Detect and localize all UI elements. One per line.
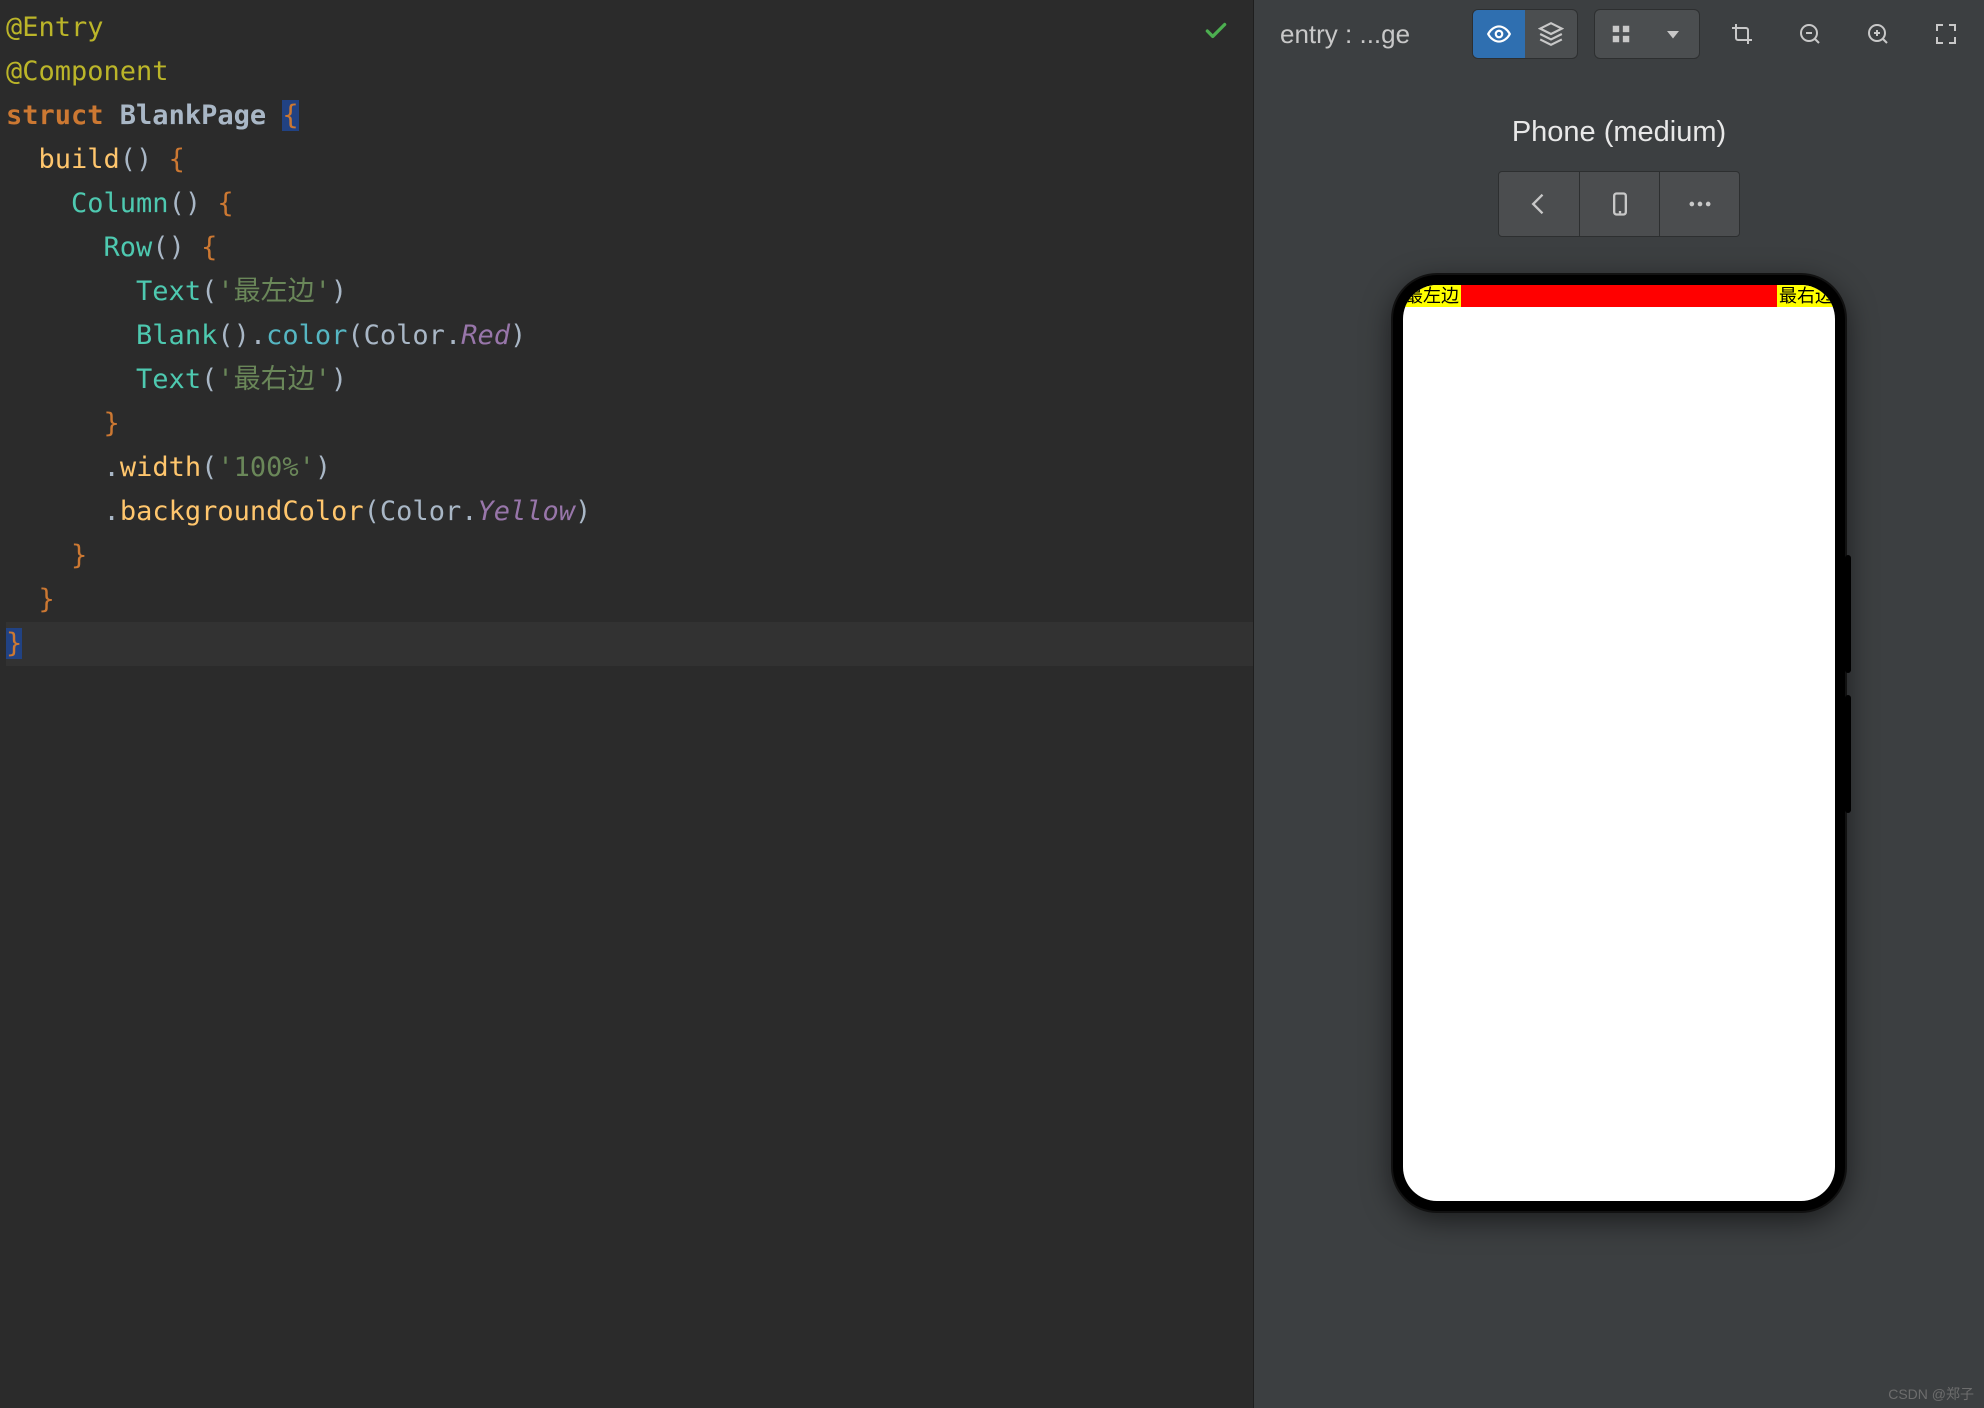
- row-blank-red: [1461, 285, 1777, 307]
- device-controls: [1254, 171, 1984, 237]
- class-color: Color: [364, 320, 445, 351]
- dropdown-button[interactable]: [1647, 10, 1699, 58]
- brace-open: {: [282, 100, 298, 131]
- fn-column: Column: [71, 188, 169, 219]
- more-button[interactable]: [1659, 172, 1739, 236]
- preview-pane: entry : ...ge: [1253, 0, 1984, 1408]
- zoom-in-button[interactable]: [1852, 10, 1904, 58]
- layout-group: [1594, 9, 1700, 59]
- toggle-layers-button[interactable]: [1525, 10, 1577, 58]
- str-right: '最右边': [217, 364, 331, 395]
- const-red: Red: [461, 320, 510, 351]
- phone-volume-down: [1845, 695, 1851, 813]
- method-bgcolor: backgroundColor: [120, 496, 364, 527]
- grid-view-button[interactable]: [1595, 10, 1647, 58]
- fn-text-2: Text: [136, 364, 201, 395]
- back-button[interactable]: [1499, 172, 1579, 236]
- phone-screen[interactable]: 最左边 最右边: [1403, 285, 1835, 1201]
- fn-text-1: Text: [136, 276, 201, 307]
- fn-build: build: [39, 144, 120, 175]
- struct-name: BlankPage: [120, 100, 283, 131]
- keyword-struct: struct: [6, 100, 120, 131]
- code-block[interactable]: @Entry @Component struct BlankPage { bui…: [0, 6, 1253, 666]
- annotation-component: @Component: [6, 56, 169, 87]
- preview-toolbar: entry : ...ge: [1254, 0, 1984, 68]
- code-editor[interactable]: @Entry @Component struct BlankPage { bui…: [0, 0, 1253, 1408]
- phone-volume-up: [1845, 555, 1851, 673]
- const-yellow: Yellow: [477, 496, 575, 527]
- rotate-button[interactable]: [1579, 172, 1659, 236]
- zoom-out-button[interactable]: [1784, 10, 1836, 58]
- watermark: CSDN @郑子: [1888, 1384, 1974, 1404]
- preview-row: 最左边 最右边: [1403, 285, 1835, 307]
- row-text-right: 最右边: [1777, 285, 1835, 307]
- str-width: '100%': [217, 452, 315, 483]
- brace-close-final: }: [6, 628, 22, 659]
- annotation-entry: @Entry: [6, 12, 104, 43]
- method-color: color: [266, 320, 347, 351]
- method-width: width: [120, 452, 201, 483]
- analysis-ok-icon: [1203, 18, 1229, 44]
- fn-row: Row: [104, 232, 153, 263]
- device-label: Phone (medium): [1254, 68, 1984, 171]
- crop-button[interactable]: [1716, 10, 1768, 58]
- fn-blank: Blank: [136, 320, 217, 351]
- view-mode-group: [1472, 9, 1578, 59]
- row-text-left: 最左边: [1403, 285, 1461, 307]
- str-left: '最左边': [217, 276, 331, 307]
- phone-frame: 最左边 最右边: [1393, 275, 1845, 1211]
- class-color-2: Color: [380, 496, 461, 527]
- toggle-inspect-button[interactable]: [1473, 10, 1525, 58]
- fullscreen-button[interactable]: [1920, 10, 1972, 58]
- preview-title: entry : ...ge: [1266, 19, 1456, 50]
